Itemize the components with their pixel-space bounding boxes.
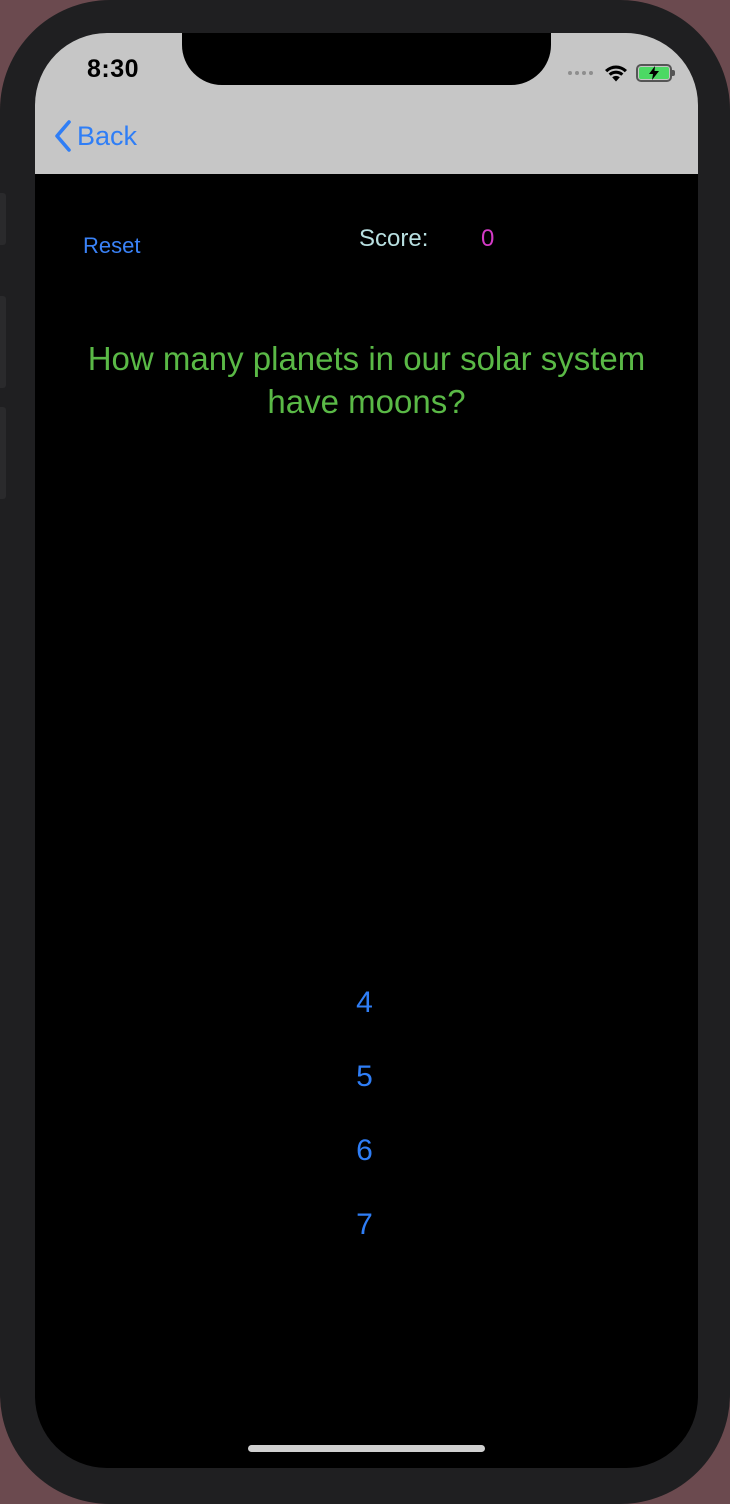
status-icons: [568, 61, 675, 85]
notch: [182, 33, 551, 85]
answer-button[interactable]: 5: [325, 1057, 405, 1131]
answer-button[interactable]: 4: [325, 983, 405, 1057]
question-text: How many planets in our solar system hav…: [87, 340, 646, 420]
back-label: Back: [77, 120, 138, 151]
wifi-icon: [605, 65, 627, 82]
device-frame: 8:30 Back Reset Score: 0 How many planet…: [0, 0, 730, 1504]
answer-list: 4 5 6 7: [35, 983, 698, 1279]
chevron-left-icon: [55, 120, 71, 152]
mute-switch: [0, 193, 6, 245]
score-label: Score:: [359, 225, 429, 252]
home-indicator[interactable]: [248, 1445, 485, 1452]
status-time: 8:30: [87, 55, 140, 83]
score-value: 0: [481, 225, 495, 252]
signal-dots-icon: [568, 71, 593, 75]
answer-button[interactable]: 6: [325, 1131, 405, 1205]
battery-charging-icon: [636, 64, 675, 82]
volume-up-button: [0, 296, 6, 388]
screen: 8:30 Back Reset Score: 0 How many planet…: [35, 33, 698, 1468]
reset-button[interactable]: Reset: [83, 233, 140, 259]
answer-button[interactable]: 7: [325, 1205, 405, 1279]
navigation-bar: 8:30 Back: [35, 33, 698, 174]
volume-down-button: [0, 407, 6, 499]
back-button[interactable]: Back: [53, 119, 137, 153]
